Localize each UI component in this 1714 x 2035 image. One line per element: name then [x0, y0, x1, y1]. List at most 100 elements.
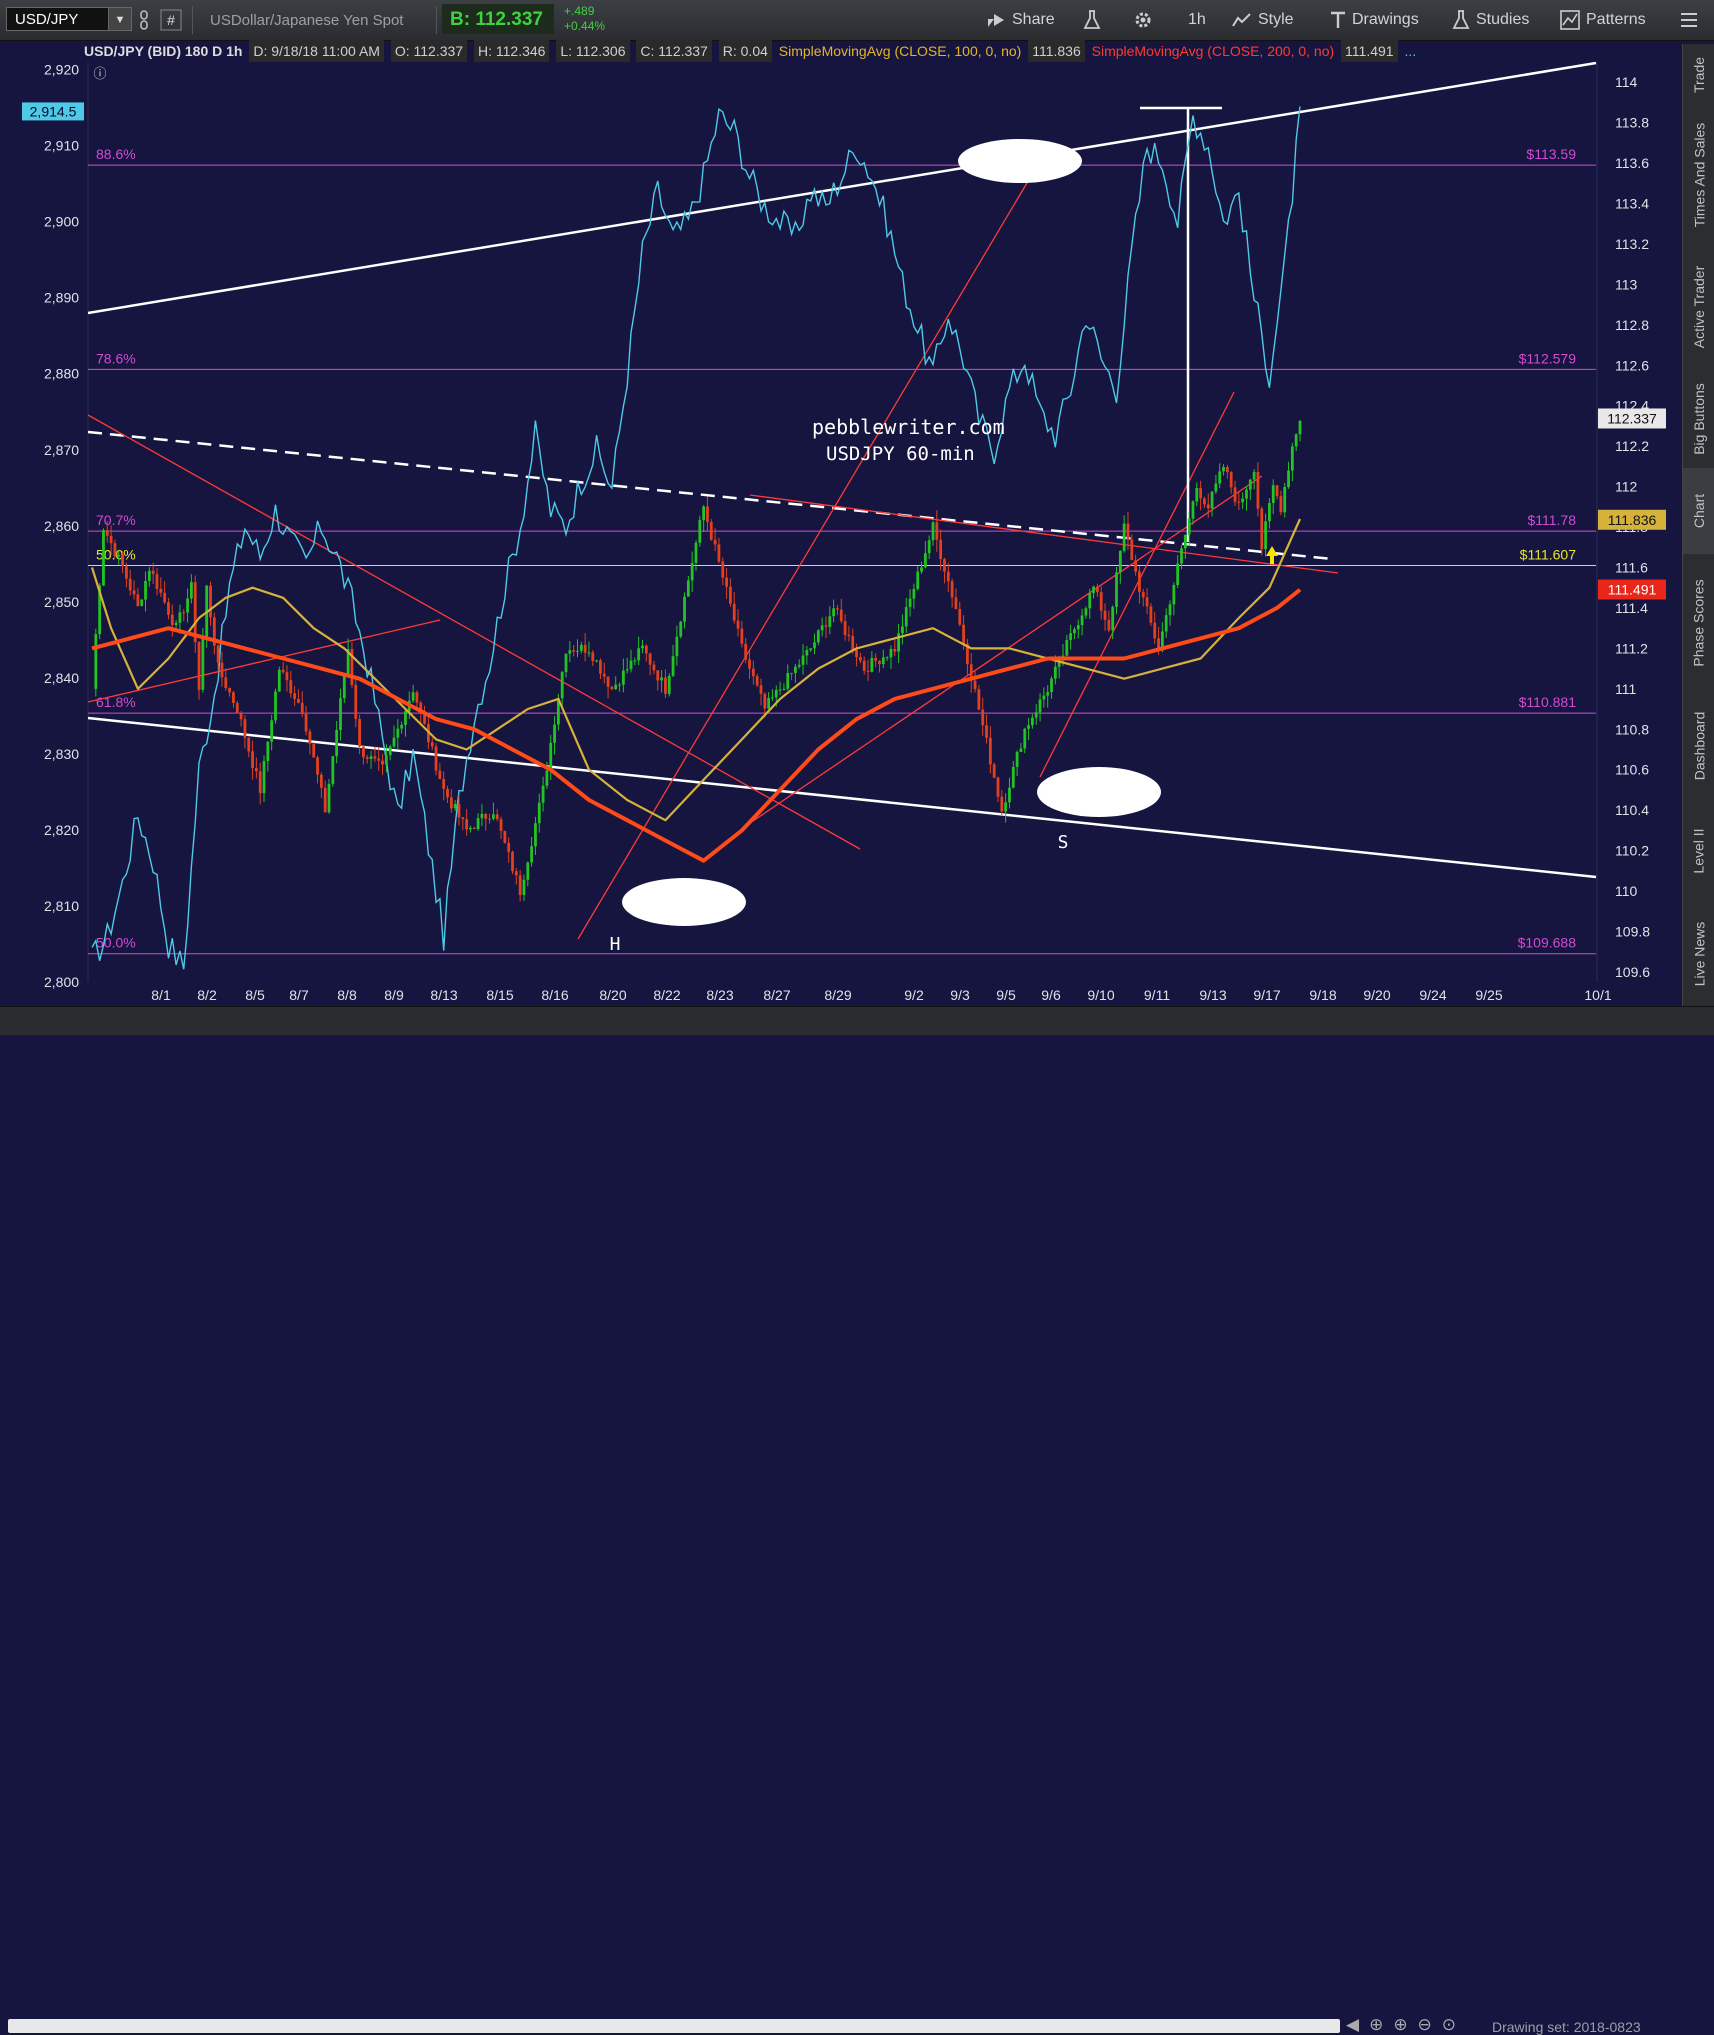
candle-body: [121, 554, 124, 567]
candle-body: [1248, 479, 1252, 490]
caret-down-icon[interactable]: ▼: [108, 7, 132, 31]
horizontal-scrollbar[interactable]: [8, 2019, 1340, 2033]
candle-body: [641, 645, 644, 649]
side-tab[interactable]: Live News: [1683, 902, 1714, 1006]
candle-body: [381, 760, 384, 765]
candle-body: [885, 657, 889, 659]
side-tab[interactable]: Active Trader: [1683, 244, 1714, 370]
candle-body: [1264, 521, 1267, 550]
candle-body: [128, 578, 132, 591]
candle-body: [327, 783, 331, 813]
side-tab[interactable]: Level II: [1683, 800, 1714, 902]
link-icon[interactable]: [138, 0, 150, 40]
candle-body: [751, 668, 755, 677]
x-axis-tick: 9/2: [904, 987, 924, 1003]
candle-body: [985, 725, 988, 738]
gear-icon[interactable]: [1133, 0, 1153, 40]
x-axis-tick: 8/16: [541, 987, 568, 1003]
x-axis-tick: 8/20: [599, 987, 626, 1003]
change-absolute: +.489: [564, 4, 595, 18]
share-button[interactable]: Share: [986, 0, 1055, 40]
candle-body: [633, 660, 637, 662]
drawings-button[interactable]: Drawings: [1330, 0, 1419, 40]
flask-icon[interactable]: [1083, 0, 1101, 40]
candle-body: [614, 684, 618, 690]
candle-body: [251, 751, 254, 769]
candle-body: [159, 588, 163, 593]
candle-body: [518, 875, 522, 896]
candle-body: [664, 677, 667, 694]
price-tag-value: 112.337: [1607, 410, 1657, 426]
candle-body: [748, 659, 751, 669]
side-tab[interactable]: Chart: [1683, 468, 1714, 554]
side-tab[interactable]: Big Buttons: [1683, 370, 1714, 468]
candle-body: [1164, 615, 1168, 632]
top-toolbar: USD/JPY ▼ # USDollar/Japanese Yen Spot B…: [0, 0, 1714, 41]
candle-body: [239, 713, 243, 720]
candle-body: [946, 571, 950, 582]
shoulder-label: S: [1058, 832, 1069, 853]
candle-body: [503, 830, 507, 843]
studies-button[interactable]: Studies: [1452, 0, 1529, 40]
right-axis-tick: 110: [1615, 883, 1638, 899]
candle-body: [228, 688, 232, 693]
candle-body: [1023, 728, 1027, 749]
candle-body: [732, 603, 736, 621]
right-axis-tick: 113: [1615, 276, 1638, 292]
fib-level-price: $111.78: [1527, 512, 1576, 528]
highlight-ellipse[interactable]: [622, 878, 746, 926]
side-tab[interactable]: Trade: [1683, 44, 1714, 106]
right-axis-tick: 113.6: [1615, 155, 1649, 171]
candle-body: [648, 653, 652, 665]
menu-icon[interactable]: [1680, 0, 1698, 40]
side-tab[interactable]: Phase Scores: [1683, 554, 1714, 692]
highlight-ellipse[interactable]: [1037, 767, 1161, 817]
candle-body: [1168, 604, 1172, 616]
x-axis-tick: 9/6: [1041, 987, 1061, 1003]
candle-body: [1027, 725, 1030, 729]
fib-level-price: $111.607: [1520, 546, 1577, 562]
right-axis-tick: 112.8: [1615, 317, 1649, 333]
right-axis-tick: 113.8: [1615, 115, 1649, 131]
info-icon[interactable]: ⓘ: [93, 66, 106, 81]
candle-body: [839, 609, 843, 622]
interval-button[interactable]: 1h: [1188, 0, 1206, 40]
candle-body: [721, 561, 725, 578]
side-tab-label: Times And Sales: [1691, 122, 1707, 228]
left-axis-tick: 2,900: [44, 214, 79, 230]
drawing-set: Drawing set: 2018-0823: [1492, 2019, 1641, 2035]
candle-body: [189, 582, 193, 599]
candle-body: [1245, 489, 1248, 499]
x-axis-tick: 8/27: [763, 987, 790, 1003]
candle-body: [235, 703, 239, 714]
drawings-icon: [1331, 11, 1345, 28]
fib-level-price: $109.688: [1518, 935, 1577, 951]
bottom-bar: ◀⊕⊕⊖⊙ Drawing set: 2018-0823: [0, 1006, 1714, 2035]
watermark-site: pebblewriter.com: [812, 415, 1005, 439]
candle-body: [790, 672, 793, 674]
candle-body: [1092, 586, 1095, 594]
candle-body: [511, 851, 514, 872]
candle-body: [553, 724, 556, 743]
candle-body: [1256, 471, 1260, 509]
style-button[interactable]: Style: [1232, 0, 1294, 40]
candle-body: [1076, 625, 1080, 630]
candle-body: [809, 648, 813, 651]
right-axis-tick: 111.6: [1615, 559, 1648, 575]
candle-body: [144, 580, 147, 600]
candle-body: [621, 670, 625, 685]
patterns-button[interactable]: Patterns: [1560, 0, 1646, 40]
x-axis-tick: 9/11: [1144, 987, 1170, 1003]
side-tab[interactable]: Dashboard: [1683, 692, 1714, 800]
highlight-ellipse[interactable]: [958, 139, 1082, 183]
candle-body: [1134, 560, 1138, 572]
zoom-controls[interactable]: ◀⊕⊕⊖⊙: [1346, 2015, 1466, 2035]
candle-body: [591, 652, 595, 662]
hash-icon[interactable]: #: [160, 0, 182, 40]
candle-body: [197, 642, 201, 690]
toolbar-divider: [436, 6, 437, 34]
candle-body: [713, 539, 717, 545]
x-axis-tick: 9/5: [996, 987, 1016, 1003]
price-chart[interactable]: 88.6% $113.59 78.6% $112.579 70.7% $111.78 50.…: [0, 40, 1682, 1006]
side-tab[interactable]: Times And Sales: [1683, 106, 1714, 244]
